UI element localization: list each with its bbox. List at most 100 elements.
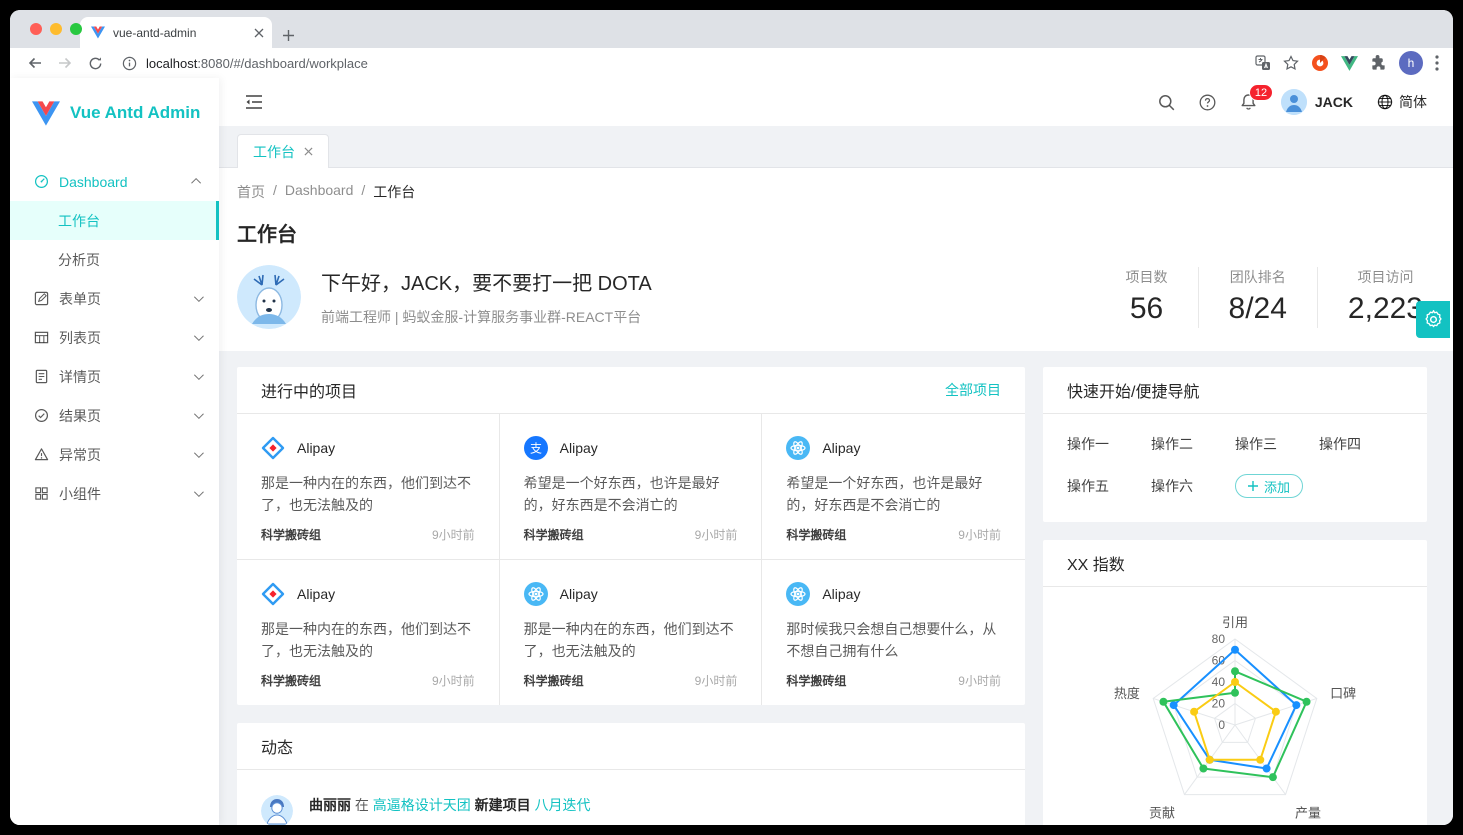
translate-icon[interactable] [1255,55,1271,71]
breadcrumb-home[interactable]: 首页 [237,182,265,202]
project-card[interactable]: Alipay 希望是一个好东西，也许是最好的，好东西是不会消亡的 科学搬砖组 9… [762,414,1025,560]
vue-favicon [91,26,105,39]
browser-menu-kebab-icon[interactable] [1435,55,1439,71]
settings-gear-button[interactable] [1416,301,1450,338]
breadcrumb-section[interactable]: Dashboard [285,182,354,202]
project-name[interactable]: Alipay [297,586,335,602]
language-switcher[interactable]: 简体 [1377,92,1427,112]
sidebar-item-workbench[interactable]: 工作台 [10,201,219,240]
minimize-window-button[interactable] [50,23,62,35]
quicknav-op-1[interactable]: 操作一 [1067,434,1151,454]
tab-close-icon[interactable] [254,28,264,38]
warning-triangle-icon [34,447,49,462]
project-name[interactable]: Alipay [560,440,598,456]
table-icon [34,330,49,345]
greeting-text: 下午好，JACK，要不要打一把 DOTA [321,267,652,296]
quicknav-op-4[interactable]: 操作四 [1319,434,1403,454]
stat-projects: 项目数 56 [1096,267,1199,328]
quicknav-card: 快速开始/便捷导航 操作一 操作二 操作三 操作四 操作五 操作六 添加 [1043,367,1427,522]
maximize-window-button[interactable] [70,23,82,35]
extension-orange-icon[interactable] [1311,54,1329,72]
tab-close-icon[interactable] [304,147,313,156]
quicknav-op-5[interactable]: 操作五 [1067,476,1151,496]
all-projects-link[interactable]: 全部项目 [945,380,1001,400]
page-info-icon[interactable] [122,56,137,71]
quicknav-op-2[interactable]: 操作二 [1151,434,1235,454]
alipay-logo-icon: 支 [524,436,548,460]
notification-bell-icon[interactable]: 12 [1240,93,1257,111]
activity-target-link[interactable]: 八月迭代 [535,797,591,813]
user-menu[interactable]: JACK [1281,89,1353,115]
sidebar-item-exception[interactable]: 异常页 [10,435,219,474]
left-column: 进行中的项目 全部项目 Alipay 那是一种内在的东西，他们到达不了，也无法触… [237,367,1025,825]
greeting-avatar [237,265,301,329]
activity-card: 动态 曲丽丽 在 高 [237,723,1025,825]
url-text[interactable]: localhost:8080/#/dashboard/workplace [146,56,368,71]
project-name[interactable]: Alipay [297,440,335,456]
project-card[interactable]: Alipay 那是一种内在的东西，他们到达不了，也无法触及的 科学搬砖组 9小时… [237,414,500,560]
project-desc: 希望是一个好东西，也许是最好的，好东西是不会消亡的 [524,472,738,516]
project-name[interactable]: Alipay [822,586,860,602]
window-controls [30,23,82,35]
project-group-link[interactable]: 科学搬砖组 [524,672,584,689]
close-window-button[interactable] [30,23,42,35]
vue-devtools-icon[interactable] [1341,56,1358,71]
sidebar-menu: Dashboard 工作台 分析页 表单页 列表页 [10,162,219,513]
address-bar[interactable]: localhost:8080/#/dashboard/workplace [122,56,1251,71]
language-label: 简体 [1399,92,1427,112]
sidebar-item-detail[interactable]: 详情页 [10,357,219,396]
quicknav-op-6[interactable]: 操作六 [1151,476,1235,496]
project-group-link[interactable]: 科学搬砖组 [261,526,321,543]
activity-time: 9小时前 [309,824,591,825]
svg-text:口碑: 口碑 [1330,686,1356,701]
sidebar-item-analysis[interactable]: 分析页 [10,240,219,279]
activity-group-link[interactable]: 高逼格设计天团 [373,797,471,813]
browser-profile-avatar[interactable]: h [1399,51,1423,75]
forward-icon[interactable] [52,50,78,76]
project-desc: 那是一种内在的东西，他们到达不了，也无法触及的 [261,618,475,662]
activity-user[interactable]: 曲丽丽 [309,797,351,813]
project-card[interactable]: Alipay 那是一种内在的东西，他们到达不了，也无法触及的 科学搬砖组 9小时… [500,560,763,705]
blocks-icon [34,486,49,501]
browser-window: vue-antd-admin localhost:8080/#/dashboar… [10,10,1453,825]
project-name[interactable]: Alipay [822,440,860,456]
project-group-link[interactable]: 科学搬砖组 [261,672,321,689]
svg-text:热度: 热度 [1114,686,1140,701]
back-icon[interactable] [22,50,48,76]
chevron-down-icon [194,487,204,497]
app-logo[interactable]: Vue Antd Admin [10,90,219,136]
project-group-link[interactable]: 科学搬砖组 [786,672,846,689]
sidebar-item-widgets[interactable]: 小组件 [10,474,219,513]
new-tab-button[interactable] [282,29,295,42]
browser-tab[interactable]: vue-antd-admin [80,17,272,48]
menu-fold-icon[interactable] [245,94,263,110]
stat-team-rank: 团队排名 8/24 [1199,267,1318,328]
activity-list: 曲丽丽 在 高逼格设计天团 新建项目 八月迭代 9小时前 [237,770,1025,825]
project-card[interactable]: Alipay 那是一种内在的东西，他们到达不了，也无法触及的 科学搬砖组 9小时… [237,560,500,705]
globe-icon [1377,94,1393,110]
quicknav-add-button[interactable]: 添加 [1235,474,1303,498]
extensions-puzzle-icon[interactable] [1370,55,1387,72]
project-name[interactable]: Alipay [560,586,598,602]
stat-project-visits: 项目访问 2,223 [1318,267,1427,328]
user-avatar [1281,89,1307,115]
project-card[interactable]: Alipay 那时候我只会想自己想要什么，从不想自己拥有什么 科学搬砖组 9小时… [762,560,1025,705]
sidebar-item-dashboard[interactable]: Dashboard [10,162,219,201]
quicknav-op-3[interactable]: 操作三 [1235,434,1319,454]
reload-icon[interactable] [82,50,108,76]
chevron-down-icon [194,331,204,341]
search-icon[interactable] [1158,94,1175,111]
app-header: 12 JACK 简体 [219,78,1453,126]
sidebar-item-result[interactable]: 结果页 [10,396,219,435]
breadcrumb-separator: / [273,182,277,202]
page-header: 首页 / Dashboard / 工作台 工作台 下午好，JACK，要不要打一把… [219,168,1453,351]
project-card[interactable]: 支 Alipay 希望是一个好东西，也许是最好的，好东西是不会消亡的 科学搬砖组… [500,414,763,560]
project-group-link[interactable]: 科学搬砖组 [786,526,846,543]
sidebar-item-list[interactable]: 列表页 [10,318,219,357]
bookmark-star-icon[interactable] [1283,55,1299,71]
svg-text:产量: 产量 [1295,806,1321,821]
sidebar-item-form[interactable]: 表单页 [10,279,219,318]
help-question-icon[interactable] [1199,94,1216,111]
tab-workbench[interactable]: 工作台 [237,134,329,168]
project-group-link[interactable]: 科学搬砖组 [524,526,584,543]
